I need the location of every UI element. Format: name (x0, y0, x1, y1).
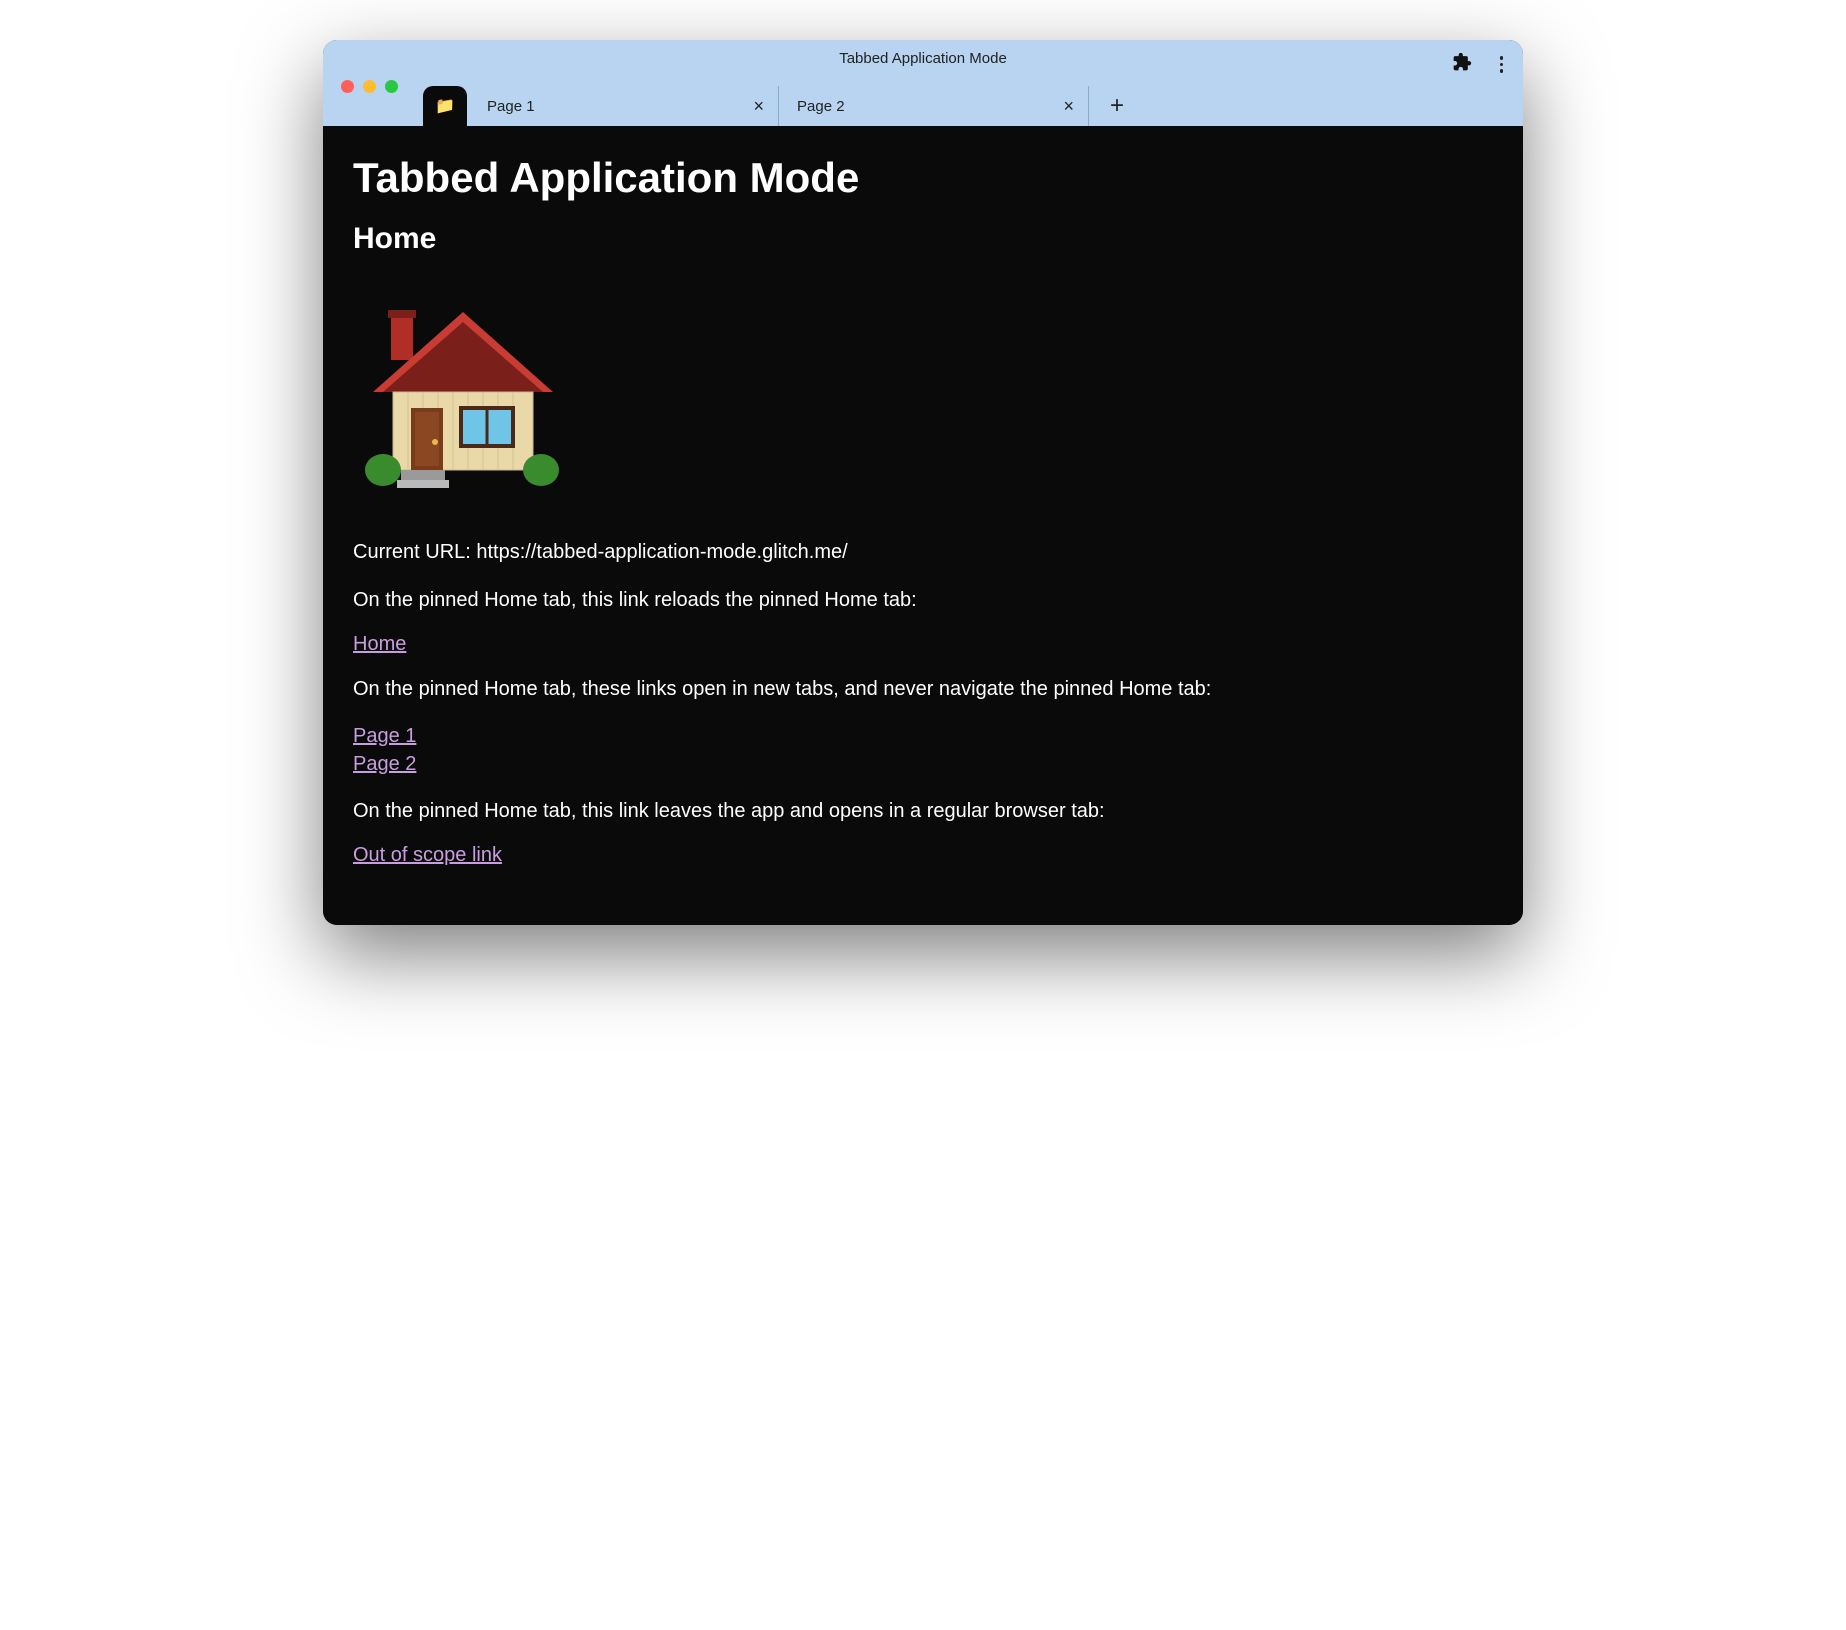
tabstrip: 📁 Page 1 × Page 2 × + (423, 84, 1523, 126)
house-icon (353, 282, 573, 502)
close-icon[interactable]: × (1063, 97, 1074, 115)
pinned-home-tab[interactable]: 📁 (423, 86, 467, 126)
current-url-line: Current URL: https://tabbed-application-… (353, 537, 1493, 567)
app-window: Tabbed Application Mode 📁 Page 1 × Pa (323, 40, 1523, 925)
titlebar-actions (1452, 52, 1510, 77)
link-page-1[interactable]: Page 1 (353, 722, 1493, 750)
menu-icon[interactable] (1494, 54, 1510, 75)
extensions-icon[interactable] (1452, 52, 1472, 77)
folder-icon: 📁 (435, 96, 455, 116)
paragraph-newtabs: On the pinned Home tab, these links open… (353, 674, 1493, 704)
titlebar: Tabbed Application Mode 📁 Page 1 × Pa (323, 40, 1523, 126)
minimize-window-button[interactable] (363, 80, 376, 93)
maximize-window-button[interactable] (385, 80, 398, 93)
tab-page-2[interactable]: Page 2 × (779, 86, 1089, 126)
close-icon[interactable]: × (753, 97, 764, 115)
window-controls (341, 80, 398, 93)
page-subtitle: Home (353, 222, 1493, 256)
paragraph-reload: On the pinned Home tab, this link reload… (353, 585, 1493, 615)
link-out-of-scope[interactable]: Out of scope link (353, 844, 502, 867)
new-tab-links: Page 1 Page 2 (353, 722, 1493, 778)
tab-label: Page 1 (487, 98, 535, 115)
tab-page-1[interactable]: Page 1 × (469, 86, 779, 126)
page-title: Tabbed Application Mode (353, 154, 1493, 202)
window-title: Tabbed Application Mode (323, 40, 1523, 67)
house-figure (353, 282, 1493, 507)
link-home[interactable]: Home (353, 633, 406, 656)
plus-icon: + (1110, 92, 1124, 120)
close-window-button[interactable] (341, 80, 354, 93)
tab-label: Page 2 (797, 98, 845, 115)
new-tab-button[interactable]: + (1097, 86, 1137, 126)
paragraph-leave: On the pinned Home tab, this link leaves… (353, 796, 1493, 826)
link-page-2[interactable]: Page 2 (353, 750, 1493, 778)
page-content: Tabbed Application Mode Home (323, 126, 1523, 925)
